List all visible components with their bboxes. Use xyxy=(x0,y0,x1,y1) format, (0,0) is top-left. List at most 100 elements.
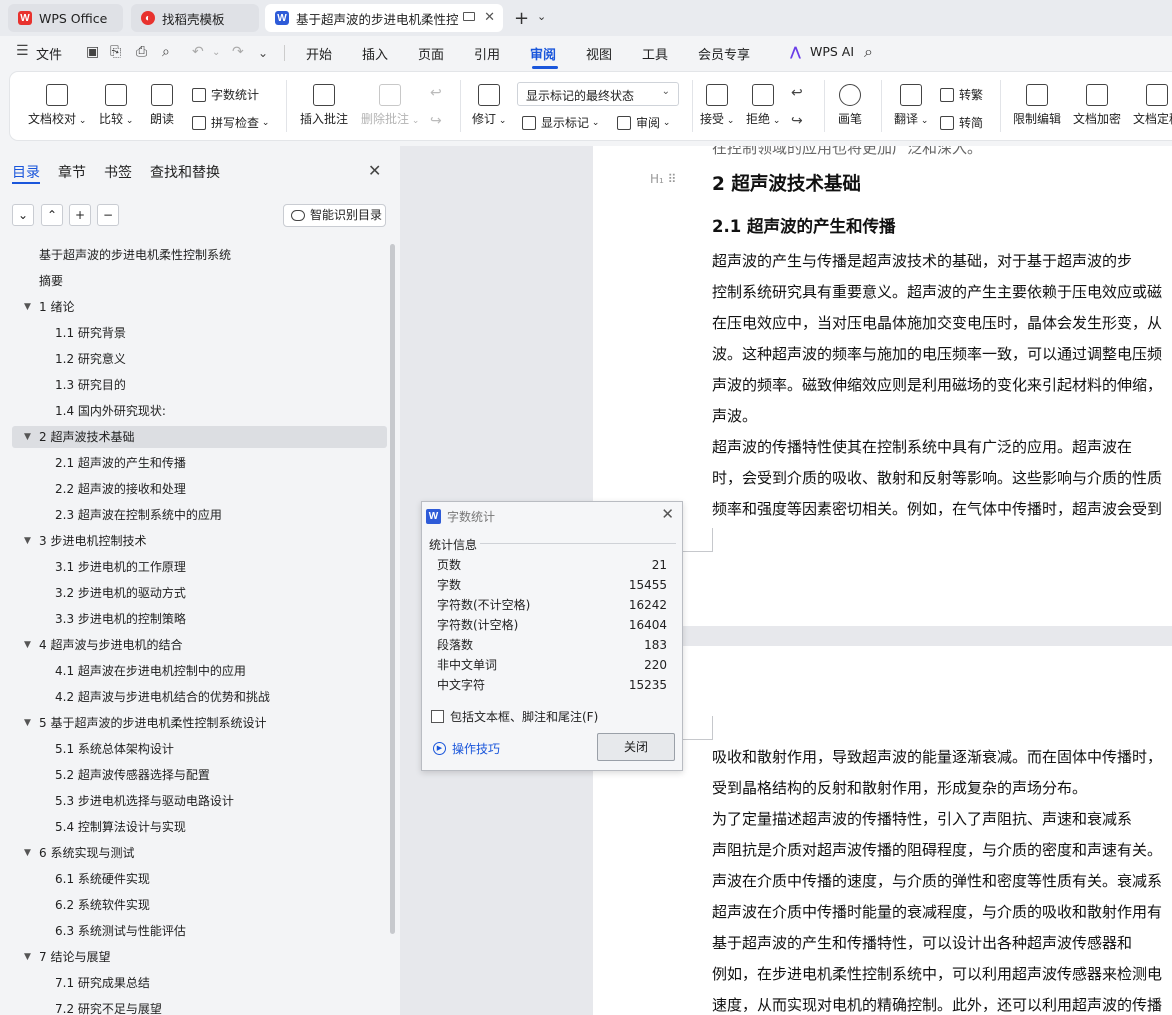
word-count-button[interactable]: 字数统计 xyxy=(192,86,259,103)
menu-tools[interactable]: 工具 xyxy=(642,44,668,63)
toc-item[interactable]: ▼ 5 基于超声波的步进电机柔性控制系统设计 xyxy=(12,712,387,734)
toc-item[interactable]: ▼ 3 步进电机控制技术 xyxy=(12,530,387,552)
expand-triangle-icon[interactable]: ▼ xyxy=(24,426,31,448)
close-tab-icon[interactable]: ✕ xyxy=(484,10,495,25)
next-comment-icon[interactable]: ↪ xyxy=(430,113,442,129)
toc-item[interactable]: 2.3 超声波在控制系统中的应用 xyxy=(12,504,387,526)
pen-button[interactable]: 画笔 xyxy=(838,84,862,127)
expand-triangle-icon[interactable]: ▼ xyxy=(24,842,31,864)
toc-item[interactable]: 5.3 步进电机选择与驱动电路设计 xyxy=(12,790,387,812)
show-markup-button[interactable]: 显示标记 ⌄ xyxy=(522,114,599,131)
menu-insert[interactable]: 插入 xyxy=(362,44,388,63)
toc-item[interactable]: ▼ 4 超声波与步进电机的结合 xyxy=(12,634,387,656)
add-heading-button[interactable]: + xyxy=(69,204,91,226)
tab-wps-office[interactable]: W WPS Office xyxy=(8,4,123,32)
toc-item[interactable]: 1.3 研究目的 xyxy=(12,374,387,396)
restrict-edit-button[interactable]: 限制编辑 xyxy=(1013,84,1061,127)
dialog-title-bar[interactable]: W 字数统计 xyxy=(426,506,495,526)
doc-final-button[interactable]: 文档定稿 xyxy=(1133,84,1172,127)
next-change-icon[interactable]: ↪ xyxy=(791,113,803,129)
heading-handle-icon[interactable]: H₁ ⠿ xyxy=(650,172,676,186)
smart-toc-button[interactable]: 智能识别目录 xyxy=(283,204,386,227)
translate-button[interactable]: 翻译 ⌄ xyxy=(894,84,928,127)
more-icon[interactable]: ⌄ xyxy=(258,46,268,60)
chevron-down-icon[interactable]: ⌄ xyxy=(537,10,546,23)
toc-item[interactable]: 1.1 研究背景 xyxy=(12,322,387,344)
review-pane-button[interactable]: 审阅 ⌄ xyxy=(617,114,670,131)
menu-wps-ai[interactable]: WPS AI xyxy=(810,44,854,59)
toc-item[interactable]: 4.1 超声波在步进电机控制中的应用 xyxy=(12,660,387,682)
toc-item[interactable]: ▼ 2 超声波技术基础 xyxy=(12,426,387,448)
tab-document[interactable]: W 基于超声波的步进电机柔性控 ✕ xyxy=(265,4,503,32)
toc-item[interactable]: 6.2 系统软件实现 xyxy=(12,894,387,916)
expand-triangle-icon[interactable]: ▼ xyxy=(24,530,31,552)
toc-item[interactable]: 3.1 步进电机的工作原理 xyxy=(12,556,387,578)
new-tab-icon[interactable]: + xyxy=(514,8,529,29)
toc-item[interactable]: 7.2 研究不足与展望 xyxy=(12,998,387,1015)
nav-tab-toc[interactable]: 目录 xyxy=(12,162,40,182)
toc-item[interactable]: 4.2 超声波与步进电机结合的优势和挑战 xyxy=(12,686,387,708)
save-icon[interactable]: ▣ xyxy=(86,44,99,60)
nav-tab-bookmarks[interactable]: 书签 xyxy=(104,162,132,182)
menu-page[interactable]: 页面 xyxy=(418,44,444,63)
close-dialog-icon[interactable]: ✕ xyxy=(661,505,674,523)
scrollbar-thumb[interactable] xyxy=(390,244,395,934)
expand-triangle-icon[interactable]: ▼ xyxy=(24,296,31,318)
previous-comment-icon[interactable]: ↩ xyxy=(430,85,442,101)
toc-item[interactable]: ▼ 6 系统实现与测试 xyxy=(12,842,387,864)
menu-view[interactable]: 视图 xyxy=(586,44,612,63)
print-preview-icon[interactable]: ⌕ xyxy=(162,44,170,60)
toc-item[interactable]: 6.1 系统硬件实现 xyxy=(12,868,387,890)
search-icon[interactable]: ⌕ xyxy=(864,42,873,62)
include-textbox-checkbox[interactable]: 包括文本框、脚注和尾注(F) xyxy=(431,708,598,725)
toc-item[interactable]: 基于超声波的步进电机柔性控制系统 xyxy=(12,244,387,266)
read-aloud-button[interactable]: 朗读 xyxy=(150,84,174,127)
toc-item[interactable]: 1.2 研究意义 xyxy=(12,348,387,370)
toc-item[interactable]: 5.2 超声波传感器选择与配置 xyxy=(12,764,387,786)
print-icon[interactable]: ⎙ xyxy=(136,44,147,60)
markup-state-select[interactable]: 显示标记的最终状态 ⌄ xyxy=(517,82,679,106)
expand-triangle-icon[interactable]: ▼ xyxy=(24,712,31,734)
nav-tab-find-replace[interactable]: 查找和替换 xyxy=(150,162,220,182)
remove-heading-button[interactable]: − xyxy=(97,204,119,226)
toc-item[interactable]: 摘要 xyxy=(12,270,387,292)
checkbox-box[interactable] xyxy=(431,710,444,723)
toc-item[interactable]: 3.3 步进电机的控制策略 xyxy=(12,608,387,630)
menu-home[interactable]: 开始 xyxy=(306,44,332,63)
expand-triangle-icon[interactable]: ▼ xyxy=(24,946,31,968)
toc-item[interactable]: 6.3 系统测试与性能评估 xyxy=(12,920,387,942)
insert-comment-button[interactable]: 插入批注 xyxy=(300,84,348,127)
export-icon[interactable]: ⎘ xyxy=(110,44,121,60)
toc-item[interactable]: 3.2 步进电机的驱动方式 xyxy=(12,582,387,604)
redo-icon[interactable]: ↷ xyxy=(232,44,244,60)
nav-tab-sections[interactable]: 章节 xyxy=(58,162,86,182)
to-traditional-button[interactable]: 转繁 xyxy=(940,86,983,103)
menu-review[interactable]: 审阅 xyxy=(530,44,556,63)
spell-check-button[interactable]: 拼写检查 ⌄ xyxy=(192,114,269,131)
toc-item[interactable]: 1.4 国内外研究现状: xyxy=(12,400,387,422)
delete-comment-button[interactable]: 删除批注 ⌄ xyxy=(361,84,419,127)
doc-check-button[interactable]: 文档校对 ⌄ xyxy=(28,84,86,127)
reject-button[interactable]: 拒绝 ⌄ xyxy=(746,84,780,127)
expand-triangle-icon[interactable]: ▼ xyxy=(24,634,31,656)
undo-icon[interactable]: ↶ xyxy=(192,44,204,60)
toc-item[interactable]: 5.4 控制算法设计与实现 xyxy=(12,816,387,838)
window-icon[interactable] xyxy=(463,12,475,21)
toc-item[interactable]: 7.1 研究成果总结 xyxy=(12,972,387,994)
revise-button[interactable]: 修订 ⌄ xyxy=(472,84,506,127)
toc-item[interactable]: 5.1 系统总体架构设计 xyxy=(12,738,387,760)
toc-item[interactable]: ▼ 7 结论与展望 xyxy=(12,946,387,968)
close-panel-icon[interactable]: ✕ xyxy=(368,161,381,180)
menu-references[interactable]: 引用 xyxy=(474,44,500,63)
collapse-all-button[interactable]: ⌄ xyxy=(12,204,34,226)
hamburger-icon[interactable]: ☰ xyxy=(16,43,29,59)
close-button[interactable]: 关闭 xyxy=(597,733,675,761)
tab-template-store[interactable]: ◐ 找稻壳模板 xyxy=(131,4,259,32)
compare-button[interactable]: 比较 ⌄ xyxy=(99,84,133,127)
tips-link[interactable]: ▶ 操作技巧 xyxy=(433,740,500,757)
previous-change-icon[interactable]: ↩ xyxy=(791,85,803,101)
wps-ai-icon[interactable]: ⋀ xyxy=(790,45,801,60)
expand-up-button[interactable]: ⌃ xyxy=(41,204,63,226)
to-simplified-button[interactable]: 转简 xyxy=(940,114,983,131)
menu-membership[interactable]: 会员专享 xyxy=(698,44,750,63)
